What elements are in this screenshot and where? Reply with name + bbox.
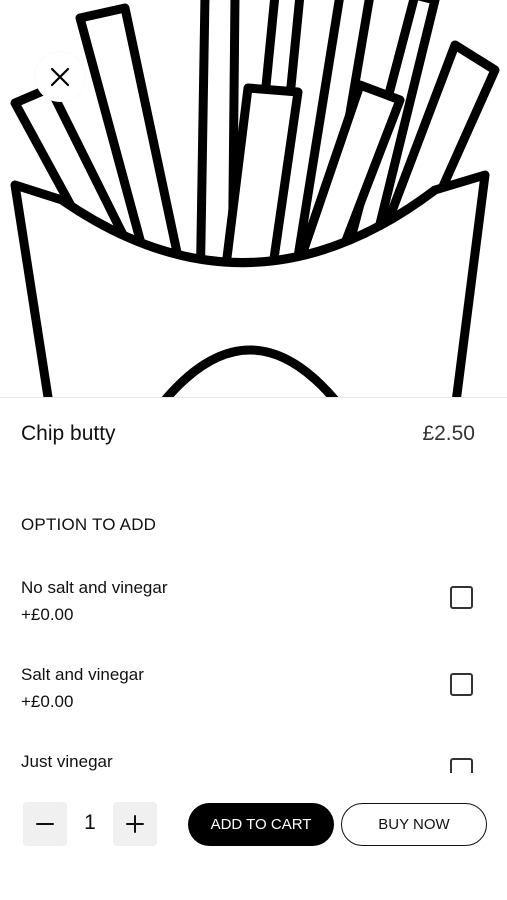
product-price: £2.50 <box>422 422 475 445</box>
close-icon <box>50 67 70 87</box>
option-checkbox[interactable] <box>450 586 473 609</box>
option-item[interactable]: Salt and vinegar +£0.00 <box>21 664 473 713</box>
quantity-value: 1 <box>84 811 96 834</box>
decrease-quantity-button[interactable] <box>23 802 67 846</box>
product-header: Chip butty £2.50 <box>21 422 475 446</box>
add-to-cart-button[interactable]: ADD TO CART <box>188 803 334 846</box>
option-label: Just vinegar <box>21 752 113 771</box>
options-heading: OPTION TO ADD <box>21 515 157 534</box>
option-label: No salt and vinegar <box>21 578 168 597</box>
divider <box>0 397 507 398</box>
option-price: +£0.00 <box>21 692 74 711</box>
option-item[interactable]: Just vinegar <box>21 751 473 781</box>
increase-quantity-button[interactable] <box>113 802 157 846</box>
product-image <box>0 0 507 397</box>
option-item[interactable]: No salt and vinegar +£0.00 <box>21 577 473 626</box>
plus-icon <box>126 815 144 833</box>
close-button[interactable] <box>35 52 85 102</box>
option-label: Salt and vinegar <box>21 665 144 684</box>
buy-now-button[interactable]: BUY NOW <box>341 803 487 846</box>
option-checkbox[interactable] <box>450 673 473 696</box>
minus-icon <box>36 823 54 825</box>
product-name: Chip butty <box>21 422 116 445</box>
option-price: +£0.00 <box>21 605 74 624</box>
